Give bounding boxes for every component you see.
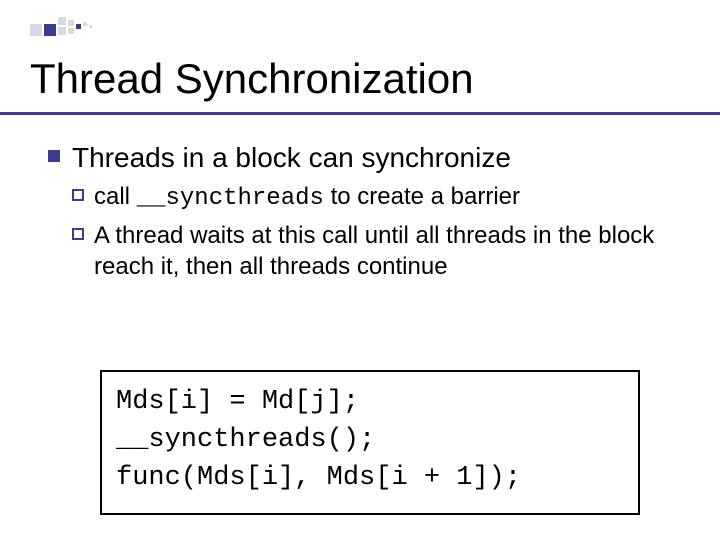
sub-bullet-1-prefix: call (94, 183, 137, 210)
bullet-1-text: Threads in a block can synchronize (72, 140, 511, 175)
corner-decoration (30, 10, 120, 38)
sub-bullet-1: call __syncthreads to create a barrier (94, 181, 520, 214)
slide-title: Thread Synchronization (30, 55, 474, 103)
sub-bullet-1-suffix: to create a barrier (324, 183, 520, 210)
bullet-hollow-square-icon (72, 189, 84, 201)
sub-bullet-2: A thread waits at this call until all th… (94, 220, 688, 282)
code-line-2: __syncthreads(); (116, 422, 624, 460)
code-box: Mds[i] = Md[j]; __syncthreads(); func(Md… (100, 370, 640, 515)
code-line-3: func(Mds[i], Mds[i + 1]); (116, 460, 624, 498)
slide-body: Threads in a block can synchronize call … (48, 140, 688, 289)
sub-bullet-1-code: __syncthreads (137, 185, 324, 212)
bullet-hollow-square-icon (72, 228, 84, 240)
title-rule (0, 112, 720, 115)
code-line-1: Mds[i] = Md[j]; (116, 384, 624, 422)
bullet-square-icon (48, 150, 60, 162)
